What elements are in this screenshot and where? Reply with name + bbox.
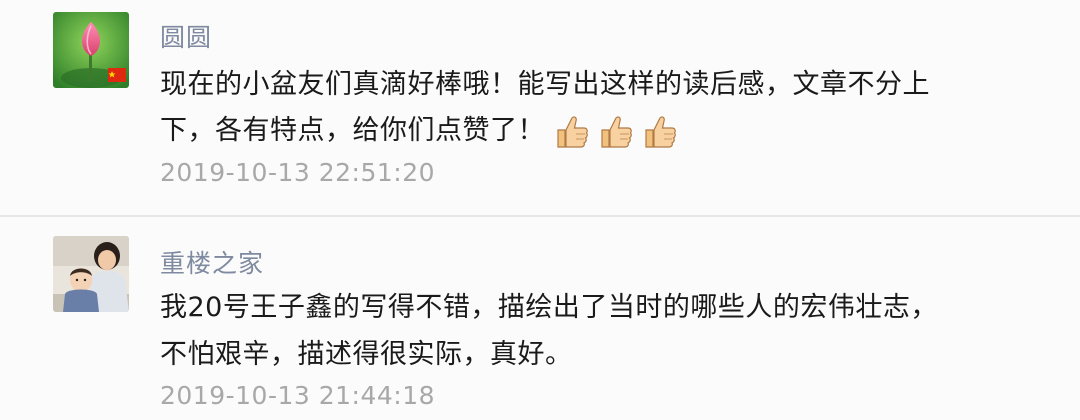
thumbs-up-icon (599, 114, 633, 150)
comment-text-line: 不怕艰辛，描述得很实际，真好。 (160, 339, 573, 370)
commenter-name[interactable]: 重楼之家 (160, 244, 264, 280)
comment-item: 圆圆 现在的小盆友们真滴好棒哦！能写出这样的读后感，文章不分上 下，各有特点，给… (0, 0, 1080, 215)
comment-timestamp: 2019-10-13 21:44:18 (160, 381, 436, 410)
comment-timestamp: 2019-10-13 22:51:20 (160, 158, 436, 187)
lotus-avatar-image (53, 12, 129, 88)
comment-item: 重楼之家 我20号王子鑫的写得不错，描绘出了当时的哪些人的宏伟壮志， 不怕艰辛，… (0, 217, 1080, 420)
family-photo-avatar-image (53, 236, 129, 312)
thumbs-up-icon (643, 114, 677, 150)
comment-text-line: 下，各有特点，给你们点赞了！ (160, 108, 687, 150)
comment-text-line: 现在的小盆友们真滴好棒哦！能写出这样的读后感，文章不分上 (160, 69, 930, 100)
commenter-name[interactable]: 圆圆 (160, 18, 212, 54)
comment-text-line: 我20号王子鑫的写得不错，描绘出了当时的哪些人的宏伟壮志， (160, 292, 938, 323)
emoji-group (555, 114, 687, 150)
thumbs-up-icon (555, 114, 589, 150)
avatar[interactable] (53, 236, 129, 312)
comment-text-segment: 下，各有特点，给你们点赞了！ (160, 115, 545, 146)
avatar[interactable] (53, 12, 129, 88)
